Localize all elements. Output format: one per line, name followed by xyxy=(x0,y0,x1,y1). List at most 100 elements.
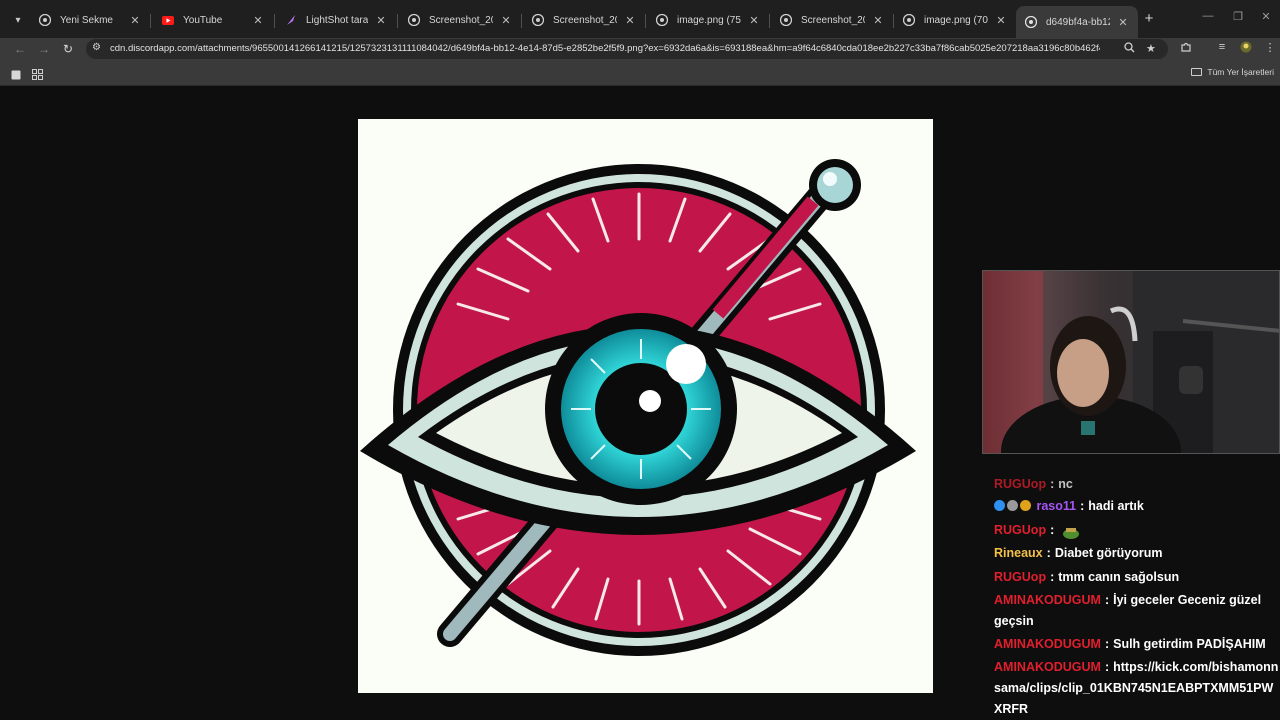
tab-yeni-sekme[interactable]: Yeni Sekme ✕ xyxy=(30,8,150,32)
stream-chat: RUGUop: nc raso11: hadi artık RUGUop: Rine… xyxy=(984,474,1280,720)
url-text[interactable]: cdn.discordapp.com/attachments/965500141… xyxy=(110,43,1100,54)
chat-username: Rineaux xyxy=(994,546,1043,560)
tab-title: Screenshot_2024092 xyxy=(801,14,865,26)
close-tab-icon[interactable]: ✕ xyxy=(128,14,142,27)
tab-divider xyxy=(274,14,275,28)
chrome-icon xyxy=(38,13,52,27)
chat-message: raso11: hadi artık xyxy=(994,496,1280,517)
reload-icon[interactable]: ↻ xyxy=(60,41,76,57)
tab-screenshot-2[interactable]: Screenshot_2024101 ✕ xyxy=(523,8,645,32)
chat-username: RUGUop xyxy=(994,477,1047,491)
browser-toolbar: ← → ↻ ⚙ cdn.discordapp.com/attachments/9… xyxy=(0,38,1280,60)
chat-message: RUGUop: xyxy=(994,520,1280,541)
bookmark-page-icon[interactable] xyxy=(11,67,23,80)
chat-text: Diabet görüyorum xyxy=(1054,546,1163,560)
bookmarks-bar: Tüm Yer İşaretleri xyxy=(0,60,1280,86)
chat-message: Rineaux: Diabet görüyorum xyxy=(994,543,1280,564)
new-tab-plus-icon[interactable]: + xyxy=(1140,10,1158,28)
chrome-icon xyxy=(407,13,421,27)
streamer-face xyxy=(1057,339,1109,407)
chat-message: RUGUop: nc xyxy=(994,474,1280,495)
chrome-icon xyxy=(531,13,545,27)
microphone xyxy=(1179,366,1203,394)
close-tab-icon[interactable]: ✕ xyxy=(994,14,1008,27)
eye-artwork-image xyxy=(358,119,933,693)
close-tab-icon[interactable]: ✕ xyxy=(747,14,761,27)
restore-icon[interactable]: ❐ xyxy=(1228,10,1248,23)
close-tab-icon[interactable]: ✕ xyxy=(623,14,637,27)
tab-title: image.png (702×503) xyxy=(924,14,988,26)
chat-username: RUGUop xyxy=(994,523,1047,537)
chat-colon: : xyxy=(1050,523,1055,537)
streamer-webcam xyxy=(982,270,1280,454)
tab-lightshot[interactable]: LightShot tarafından ✕ xyxy=(276,8,396,32)
gem-badge-icon xyxy=(994,500,1005,511)
chat-colon: : xyxy=(1050,570,1055,584)
tab-divider xyxy=(645,14,646,28)
apps-grid-icon[interactable] xyxy=(32,67,44,80)
tab-screenshot-3[interactable]: Screenshot_2024092 ✕ xyxy=(771,8,893,32)
close-tab-icon[interactable]: ✕ xyxy=(499,14,513,27)
chat-username: RUGUop xyxy=(994,570,1047,584)
menu-kebab-icon[interactable]: ⋮ xyxy=(1262,41,1278,54)
media-controls-icon[interactable]: ≡ xyxy=(1214,41,1230,53)
tab-divider xyxy=(769,14,770,28)
window-close-icon[interactable]: ✕ xyxy=(1256,10,1276,23)
chat-message: AMINAKODUGUM: Sulh getirdim PADİŞAHIM xyxy=(994,634,1280,655)
tab-title: Screenshot_2024101 xyxy=(553,14,617,26)
chat-colon: : xyxy=(1104,637,1110,651)
tab-image-702[interactable]: image.png (702×503) ✕ xyxy=(894,8,1016,32)
chat-message: RUGUop: tmm canın sağolsun xyxy=(994,567,1280,588)
gear-badge-icon xyxy=(1007,500,1018,511)
chat-colon: : xyxy=(1104,593,1110,607)
tab-search-chevron-icon[interactable]: ▾ xyxy=(8,10,28,30)
chat-text: nc xyxy=(1058,477,1073,491)
chat-text: hadi artık xyxy=(1088,499,1144,513)
chrome-icon xyxy=(1024,15,1038,29)
extensions-puzzle-icon[interactable] xyxy=(1178,41,1194,56)
chat-message: AMINAKODUGUM: https://kick.com/bishamonns… xyxy=(994,657,1280,720)
coin-badge-icon xyxy=(1020,500,1031,511)
close-tab-icon[interactable]: ✕ xyxy=(1116,16,1130,29)
chat-message: AMINAKODUGUM: İyi geceler Geceniz güzel g… xyxy=(994,590,1280,632)
tab-title: YouTube xyxy=(183,14,223,26)
profile-avatar-icon[interactable] xyxy=(1238,41,1254,56)
tab-divider xyxy=(521,14,522,28)
chat-username: AMINAKODUGUM xyxy=(994,637,1101,651)
chat-username: raso11 xyxy=(1036,499,1077,513)
iris-highlight xyxy=(666,344,706,384)
tab-strip: ▾ Yeni Sekme ✕ YouTube ✕ LightShot taraf… xyxy=(0,0,1280,38)
tab-image-758[interactable]: image.png (758×438) ✕ xyxy=(647,8,769,32)
address-bar[interactable]: ⚙ cdn.discordapp.com/attachments/9655001… xyxy=(86,39,1168,59)
lightshot-feather-icon xyxy=(284,13,298,27)
tab-title: Yeni Sekme xyxy=(60,14,113,26)
chrome-icon xyxy=(902,13,916,27)
chat-colon: : xyxy=(1104,660,1110,674)
close-tab-icon[interactable]: ✕ xyxy=(871,14,885,27)
tab-active-image[interactable]: d649bf4a-bb12-4e14 ✕ xyxy=(1016,6,1138,38)
site-settings-icon[interactable]: ⚙ xyxy=(92,42,101,53)
chat-username: AMINAKODUGUM xyxy=(994,660,1101,674)
tab-title: d649bf4a-bb12-4e14 xyxy=(1046,16,1110,28)
tab-title: image.png (758×438) xyxy=(677,14,741,26)
tab-screenshot-1[interactable]: Screenshot_2024101 ✕ xyxy=(399,8,521,32)
chrome-icon xyxy=(779,13,793,27)
minimize-icon[interactable]: — xyxy=(1198,10,1218,22)
pupil-highlight xyxy=(639,390,661,412)
tab-title: Screenshot_2024101 xyxy=(429,14,493,26)
back-arrow-icon[interactable]: ← xyxy=(12,41,28,57)
close-tab-icon[interactable]: ✕ xyxy=(251,14,265,27)
forward-arrow-icon[interactable]: → xyxy=(36,41,52,57)
chat-colon: : xyxy=(1080,499,1085,513)
all-bookmarks-button[interactable]: Tüm Yer İşaretleri xyxy=(1191,67,1274,77)
shirt-logo xyxy=(1081,421,1095,435)
bookmark-star-icon[interactable]: ★ xyxy=(1146,42,1156,55)
close-tab-icon[interactable]: ✕ xyxy=(374,14,388,27)
zoom-magnifier-icon[interactable] xyxy=(1124,42,1135,56)
chat-colon: : xyxy=(1046,546,1051,560)
frog-emote-icon xyxy=(1062,525,1080,539)
tab-youtube[interactable]: YouTube ✕ xyxy=(153,8,273,32)
chat-colon: : xyxy=(1050,477,1055,491)
tab-divider xyxy=(150,14,151,28)
chrome-icon xyxy=(655,13,669,27)
